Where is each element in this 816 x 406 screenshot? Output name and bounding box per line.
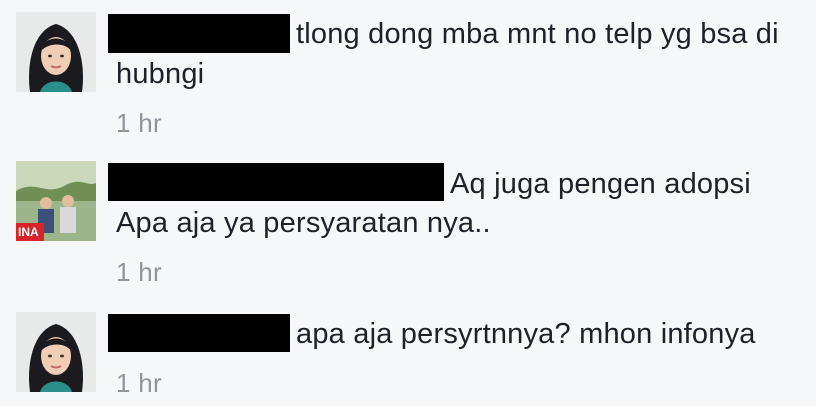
redacted-name[interactable]: [108, 163, 444, 201]
commenter-avatar[interactable]: [16, 312, 96, 392]
comment-timestamp[interactable]: 1 hr: [116, 368, 162, 399]
woman-selfie-icon: [16, 312, 96, 392]
comment-text-line-2: Apa aja ya persyaratan nya..: [116, 207, 491, 239]
redacted-name[interactable]: [108, 314, 290, 352]
comment-text-line-2: hubngi: [116, 58, 205, 90]
comment-1: tlong dong mba mnt no telp yg bsa di hub…: [0, 0, 816, 150]
comment-text-line-1: apa aja persyrtnnya? mhon infonya: [296, 318, 756, 350]
comment-text-line-1: tlong dong mba mnt no telp yg bsa di: [296, 18, 779, 50]
comment-timestamp[interactable]: 1 hr: [116, 257, 162, 288]
woman-selfie-icon: [16, 12, 96, 92]
comment-text-line-1: Aq juga pengen adopsi: [450, 168, 751, 200]
comment-3: apa aja persyrtnnya? mhon infonya 1 hr: [0, 300, 816, 406]
commenter-avatar[interactable]: INA: [16, 161, 96, 241]
commenter-avatar[interactable]: [16, 12, 96, 92]
redacted-name[interactable]: [108, 14, 290, 53]
comment-timestamp[interactable]: 1 hr: [116, 108, 162, 139]
comment-2: INA Aq juga pengen adopsi Apa aja ya per…: [0, 150, 816, 300]
avatar-badge: INA: [18, 225, 39, 239]
